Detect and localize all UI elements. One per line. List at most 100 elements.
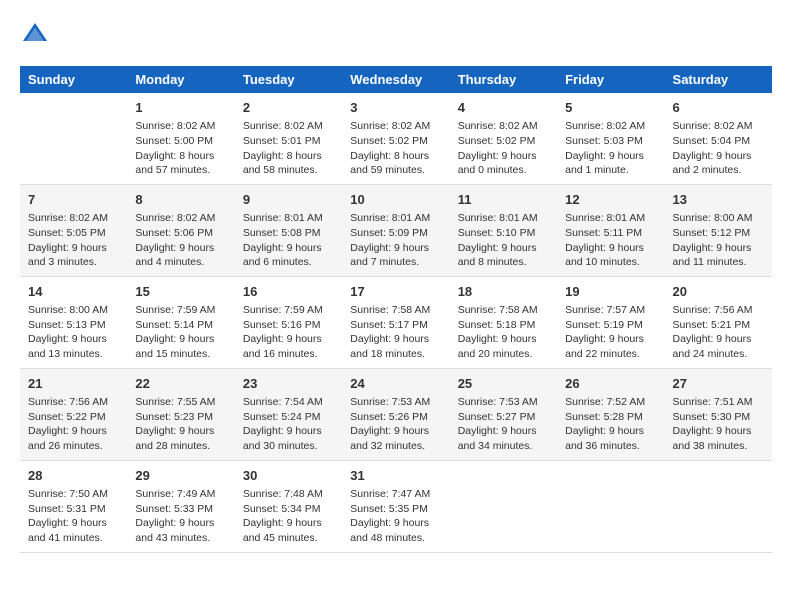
column-header-sunday: Sunday [20,66,127,93]
day-number: 19 [565,283,656,301]
day-info: Sunrise: 8:01 AM Sunset: 5:10 PM Dayligh… [458,211,549,270]
day-number: 31 [350,467,441,485]
day-cell: 13 Sunrise: 8:00 AM Sunset: 5:12 PM Dayli… [665,184,772,276]
day-info: Sunrise: 7:51 AM Sunset: 5:30 PM Dayligh… [673,395,764,454]
day-cell: 19 Sunrise: 7:57 AM Sunset: 5:19 PM Dayli… [557,276,664,368]
day-cell: 6Sunrise: 8:02 AM Sunset: 5:04 PM Daylig… [665,93,772,184]
day-cell: 5 Sunrise: 8:02 AM Sunset: 5:03 PM Daylig… [557,93,664,184]
day-cell: 31 Sunrise: 7:47 AM Sunset: 5:35 PM Dayli… [342,460,449,552]
day-cell [557,460,664,552]
day-info: Sunrise: 8:02 AM Sunset: 5:05 PM Dayligh… [28,211,119,270]
day-cell: 17Sunrise: 7:58 AM Sunset: 5:17 PM Dayli… [342,276,449,368]
day-number: 15 [135,283,226,301]
day-info: Sunrise: 7:53 AM Sunset: 5:27 PM Dayligh… [458,395,549,454]
day-number: 27 [673,375,764,393]
day-cell: 15 Sunrise: 7:59 AM Sunset: 5:14 PM Dayli… [127,276,234,368]
day-cell: 20 Sunrise: 7:56 AM Sunset: 5:21 PM Dayli… [665,276,772,368]
day-info: Sunrise: 8:01 AM Sunset: 5:09 PM Dayligh… [350,211,441,270]
day-cell: 28 Sunrise: 7:50 AM Sunset: 5:31 PM Dayli… [20,460,127,552]
day-number: 20 [673,283,764,301]
day-number: 7 [28,191,119,209]
day-info: Sunrise: 7:47 AM Sunset: 5:35 PM Dayligh… [350,487,441,546]
day-cell: 8 Sunrise: 8:02 AM Sunset: 5:06 PM Daylig… [127,184,234,276]
column-header-saturday: Saturday [665,66,772,93]
day-cell: 11 Sunrise: 8:01 AM Sunset: 5:10 PM Dayli… [450,184,557,276]
day-cell: 14 Sunrise: 8:00 AM Sunset: 5:13 PM Dayli… [20,276,127,368]
day-number: 5 [565,99,656,117]
day-cell: 4Sunrise: 8:02 AM Sunset: 5:02 PM Daylig… [450,93,557,184]
day-number: 18 [458,283,549,301]
day-cell: 16 Sunrise: 7:59 AM Sunset: 5:16 PM Dayli… [235,276,342,368]
day-number: 26 [565,375,656,393]
day-cell: 7 Sunrise: 8:02 AM Sunset: 5:05 PM Daylig… [20,184,127,276]
day-number: 16 [243,283,334,301]
day-number: 30 [243,467,334,485]
day-number: 8 [135,191,226,209]
day-info: Sunrise: 7:48 AM Sunset: 5:34 PM Dayligh… [243,487,334,546]
day-number: 3 [350,99,441,117]
week-row-2: 7 Sunrise: 8:02 AM Sunset: 5:05 PM Daylig… [20,184,772,276]
column-header-monday: Monday [127,66,234,93]
day-number: 24 [350,375,441,393]
day-info: Sunrise: 8:02 AM Sunset: 5:02 PM Dayligh… [458,119,549,178]
day-info: Sunrise: 8:02 AM Sunset: 5:01 PM Dayligh… [243,119,334,178]
day-number: 11 [458,191,549,209]
day-number: 14 [28,283,119,301]
day-info: Sunrise: 7:49 AM Sunset: 5:33 PM Dayligh… [135,487,226,546]
day-info: Sunrise: 8:01 AM Sunset: 5:08 PM Dayligh… [243,211,334,270]
day-info: Sunrise: 7:52 AM Sunset: 5:28 PM Dayligh… [565,395,656,454]
day-cell: 26 Sunrise: 7:52 AM Sunset: 5:28 PM Dayli… [557,368,664,460]
column-header-friday: Friday [557,66,664,93]
column-header-tuesday: Tuesday [235,66,342,93]
day-cell: 30 Sunrise: 7:48 AM Sunset: 5:34 PM Dayli… [235,460,342,552]
week-row-4: 21 Sunrise: 7:56 AM Sunset: 5:22 PM Dayli… [20,368,772,460]
day-info: Sunrise: 7:54 AM Sunset: 5:24 PM Dayligh… [243,395,334,454]
day-info: Sunrise: 7:59 AM Sunset: 5:16 PM Dayligh… [243,303,334,362]
day-number: 22 [135,375,226,393]
day-info: Sunrise: 8:02 AM Sunset: 5:00 PM Dayligh… [135,119,226,178]
day-number: 12 [565,191,656,209]
week-row-3: 14 Sunrise: 8:00 AM Sunset: 5:13 PM Dayli… [20,276,772,368]
day-number: 9 [243,191,334,209]
day-info: Sunrise: 7:59 AM Sunset: 5:14 PM Dayligh… [135,303,226,362]
day-info: Sunrise: 7:56 AM Sunset: 5:21 PM Dayligh… [673,303,764,362]
day-info: Sunrise: 8:02 AM Sunset: 5:04 PM Dayligh… [673,119,764,178]
day-cell: 1 Sunrise: 8:02 AM Sunset: 5:00 PM Daylig… [127,93,234,184]
day-info: Sunrise: 7:57 AM Sunset: 5:19 PM Dayligh… [565,303,656,362]
day-cell: 23 Sunrise: 7:54 AM Sunset: 5:24 PM Dayli… [235,368,342,460]
day-number: 28 [28,467,119,485]
day-cell: 22 Sunrise: 7:55 AM Sunset: 5:23 PM Dayli… [127,368,234,460]
day-cell: 2 Sunrise: 8:02 AM Sunset: 5:01 PM Daylig… [235,93,342,184]
day-number: 29 [135,467,226,485]
day-info: Sunrise: 7:50 AM Sunset: 5:31 PM Dayligh… [28,487,119,546]
page-header [20,20,772,50]
day-info: Sunrise: 7:56 AM Sunset: 5:22 PM Dayligh… [28,395,119,454]
day-cell: 21 Sunrise: 7:56 AM Sunset: 5:22 PM Dayli… [20,368,127,460]
day-number: 10 [350,191,441,209]
calendar-table: SundayMondayTuesdayWednesdayThursdayFrid… [20,66,772,553]
day-info: Sunrise: 8:02 AM Sunset: 5:06 PM Dayligh… [135,211,226,270]
day-number: 1 [135,99,226,117]
day-number: 23 [243,375,334,393]
day-info: Sunrise: 7:58 AM Sunset: 5:18 PM Dayligh… [458,303,549,362]
day-cell [450,460,557,552]
day-number: 13 [673,191,764,209]
day-info: Sunrise: 8:00 AM Sunset: 5:13 PM Dayligh… [28,303,119,362]
day-cell: 9 Sunrise: 8:01 AM Sunset: 5:08 PM Daylig… [235,184,342,276]
column-header-thursday: Thursday [450,66,557,93]
column-header-wednesday: Wednesday [342,66,449,93]
day-info: Sunrise: 8:00 AM Sunset: 5:12 PM Dayligh… [673,211,764,270]
day-number: 21 [28,375,119,393]
day-cell: 12 Sunrise: 8:01 AM Sunset: 5:11 PM Dayli… [557,184,664,276]
day-cell: 25Sunrise: 7:53 AM Sunset: 5:27 PM Dayli… [450,368,557,460]
day-info: Sunrise: 8:01 AM Sunset: 5:11 PM Dayligh… [565,211,656,270]
day-number: 2 [243,99,334,117]
day-info: Sunrise: 7:55 AM Sunset: 5:23 PM Dayligh… [135,395,226,454]
day-cell [20,93,127,184]
calendar-header-row: SundayMondayTuesdayWednesdayThursdayFrid… [20,66,772,93]
week-row-5: 28 Sunrise: 7:50 AM Sunset: 5:31 PM Dayli… [20,460,772,552]
day-info: Sunrise: 8:02 AM Sunset: 5:03 PM Dayligh… [565,119,656,178]
day-cell: 24Sunrise: 7:53 AM Sunset: 5:26 PM Dayli… [342,368,449,460]
day-cell: 3Sunrise: 8:02 AM Sunset: 5:02 PM Daylig… [342,93,449,184]
day-cell [665,460,772,552]
